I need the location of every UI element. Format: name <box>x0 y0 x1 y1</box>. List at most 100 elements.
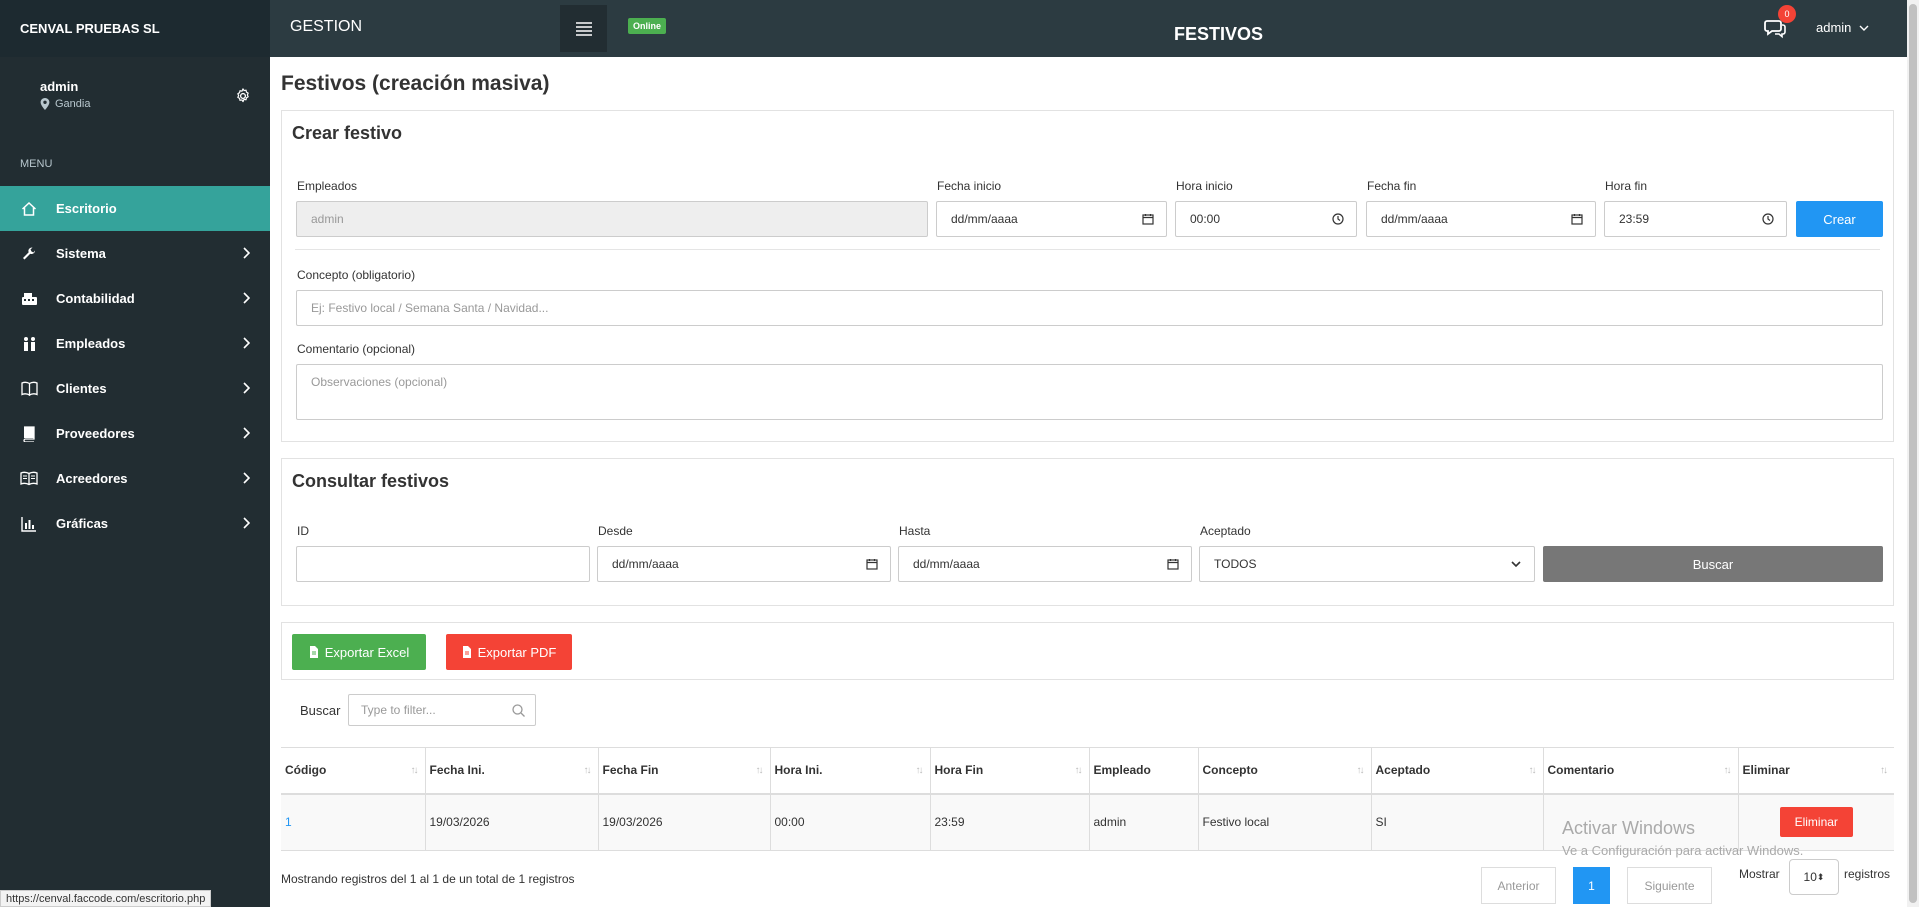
table-filter-input[interactable]: Type to filter... <box>348 694 536 726</box>
home-icon <box>20 200 38 218</box>
export-panel: Exportar Excel Exportar PDF <box>281 622 1894 680</box>
chevron-right-icon <box>243 337 250 349</box>
records-label: registros <box>1844 867 1891 881</box>
crear-button[interactable]: Crear <box>1796 201 1883 237</box>
col-header-eliminar[interactable]: Eliminar ↑↓ <box>1738 747 1894 795</box>
record-link[interactable]: 1 <box>285 815 292 829</box>
sidebar-item-label: Contabilidad <box>56 291 135 306</box>
sidebar-item-label: Escritorio <box>56 201 117 216</box>
col-header-codigo[interactable]: Código ↑↓ <box>281 747 426 795</box>
table-filter-label: Buscar <box>300 703 341 718</box>
sidebar-item-sistema[interactable]: Sistema <box>0 231 270 276</box>
comentario-textarea[interactable]: Observaciones (opcional) <box>296 364 1883 420</box>
scrollbar-thumb[interactable] <box>1909 4 1917 903</box>
export-pdf-button[interactable]: Exportar PDF <box>446 634 572 670</box>
col-header-hora-ini[interactable]: Hora Ini. ↑↓ <box>770 747 931 795</box>
sidebar-item-empleados[interactable]: Empleados <box>0 321 270 366</box>
cell-concepto: Festivo local <box>1198 793 1372 851</box>
column-header-label: Empleado <box>1093 763 1151 778</box>
create-holiday-title: Crear festivo <box>292 123 403 143</box>
aceptado-value: TODOS <box>1214 557 1257 571</box>
vertical-scrollbar[interactable] <box>1907 0 1919 907</box>
main-content: Festivos (creación masiva) Crear festivo… <box>270 57 1907 907</box>
page-title: Festivos (creación masiva) <box>281 72 550 95</box>
col-header-fecha-ini[interactable]: Fecha Ini. ↑↓ <box>425 747 599 795</box>
column-header-label: Fecha Fin <box>602 763 659 778</box>
fecha-inicio-input[interactable]: dd/mm/aaaa <box>936 201 1167 237</box>
pagination-page[interactable]: 1 <box>1573 867 1610 904</box>
sidebar-item-label: Clientes <box>56 381 107 396</box>
menu-header: MENU <box>20 158 53 170</box>
sidebar-item-clientes[interactable]: Clientes <box>0 366 270 411</box>
col-header-empleado: Empleado <box>1089 747 1199 795</box>
hasta-value: dd/mm/aaaa <box>913 557 980 571</box>
clock-icon[interactable] <box>1762 213 1774 225</box>
gear-icon[interactable] <box>234 87 252 105</box>
concepto-placeholder: Ej: Festivo local / Semana Santa / Navid… <box>311 301 549 315</box>
pagination-next[interactable]: Siguiente <box>1627 867 1712 904</box>
desde-input[interactable]: dd/mm/aaaa <box>597 546 891 582</box>
clock-icon[interactable] <box>1332 213 1344 225</box>
fecha-inicio-value: dd/mm/aaaa <box>951 212 1018 226</box>
hora-fin-label: Hora fin <box>1605 179 1648 193</box>
export-excel-button[interactable]: Exportar Excel <box>292 634 426 670</box>
sidebar-item-label: Proveedores <box>56 426 135 441</box>
col-header-fecha-fin[interactable]: Fecha Fin ↑↓ <box>598 747 771 795</box>
fecha-fin-input[interactable]: dd/mm/aaaa <box>1366 201 1596 237</box>
notification-count-badge: 0 <box>1778 5 1796 23</box>
column-header-label: Fecha Ini. <box>429 763 485 778</box>
hora-fin-input[interactable]: 23:59 <box>1604 201 1787 237</box>
id-input[interactable] <box>296 546 590 582</box>
buscar-button[interactable]: Buscar <box>1543 546 1883 582</box>
chevron-right-icon <box>243 472 250 484</box>
sidebar-item-contabilidad[interactable]: Contabilidad <box>0 276 270 321</box>
aceptado-select[interactable]: TODOS <box>1199 546 1535 582</box>
document-icon <box>462 646 471 658</box>
concepto-input[interactable]: Ej: Festivo local / Semana Santa / Navid… <box>296 290 1883 326</box>
column-header-label: Aceptado <box>1375 763 1431 778</box>
col-header-concepto[interactable]: Concepto ↑↓ <box>1198 747 1372 795</box>
user-panel: admin Gandia <box>0 57 270 152</box>
sidebar-item-label: Gráficas <box>56 516 109 531</box>
col-header-comentario[interactable]: Comentario ↑↓ <box>1543 747 1739 795</box>
map-pin-icon <box>40 98 50 110</box>
users-icon <box>20 335 38 353</box>
pagination-prev[interactable]: Anterior <box>1481 867 1556 904</box>
hora-inicio-input[interactable]: 00:00 <box>1175 201 1357 237</box>
desde-value: dd/mm/aaaa <box>612 557 679 571</box>
sidebar-item-label: Sistema <box>56 246 106 261</box>
sidebar-item-graficas[interactable]: Gráficas <box>0 501 270 546</box>
user-menu[interactable]: admin <box>1816 20 1869 35</box>
sidebar-item-proveedores[interactable]: Proveedores <box>0 411 270 456</box>
sidebar: CENVAL PRUEBAS SL admin Gandia MENU Escr… <box>0 0 270 907</box>
column-header-label: Hora Fin <box>934 763 984 778</box>
calendar-icon[interactable] <box>1167 558 1179 570</box>
hasta-input[interactable]: dd/mm/aaaa <box>898 546 1192 582</box>
col-header-hora-fin[interactable]: Hora Fin ↑↓ <box>930 747 1090 795</box>
page-size-select[interactable]: 10 ⬍ <box>1789 859 1839 895</box>
page-size-value: 10 <box>1803 870 1817 884</box>
hora-fin-value: 23:59 <box>1619 212 1650 226</box>
app-name[interactable]: GESTION <box>290 18 362 36</box>
user-location-label: Gandia <box>55 98 91 110</box>
calendar-icon[interactable] <box>866 558 878 570</box>
cell-aceptado: SI <box>1371 793 1544 851</box>
search-icon <box>512 704 525 717</box>
sidebar-toggle-button[interactable] <box>560 5 607 52</box>
concepto-label: Concepto (obligatorio) <box>297 268 416 282</box>
calendar-icon[interactable] <box>1142 213 1154 225</box>
empleados-field: admin <box>296 201 928 237</box>
column-header-label: Comentario <box>1547 763 1615 778</box>
query-holidays-title: Consultar festivos <box>292 471 450 491</box>
col-header-aceptado[interactable]: Aceptado ↑↓ <box>1371 747 1544 795</box>
brand-name[interactable]: CENVAL PRUEBAS SL <box>0 0 270 57</box>
cell-hora-fin: 23:59 <box>930 793 1090 851</box>
sidebar-item-acreedores[interactable]: Acreedores <box>0 456 270 501</box>
sort-icon: ↑↓ <box>410 765 419 776</box>
sidebar-item-escritorio[interactable]: Escritorio <box>0 186 270 231</box>
chevron-right-icon <box>243 427 250 439</box>
calendar-icon[interactable] <box>1571 213 1583 225</box>
comentario-placeholder: Observaciones (opcional) <box>311 375 448 389</box>
form-divider <box>295 249 1880 250</box>
cash-register-icon <box>20 290 38 308</box>
